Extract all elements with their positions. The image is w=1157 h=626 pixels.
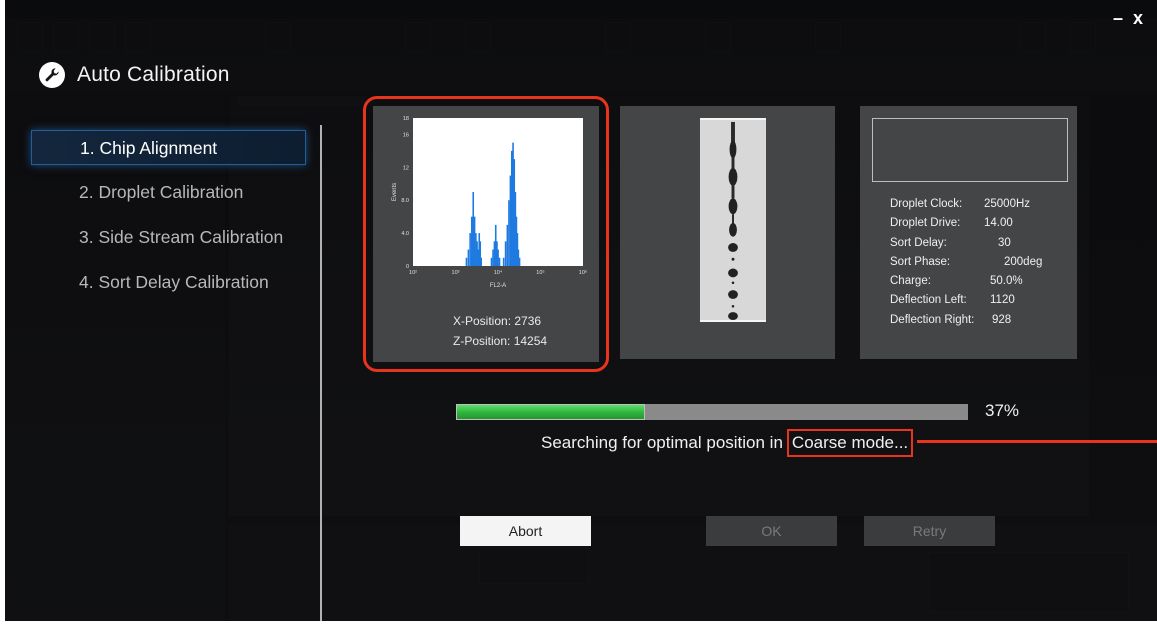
param-label: Deflection Right: bbox=[890, 313, 975, 326]
param-label: Sort Delay: bbox=[890, 236, 947, 249]
histogram-bar bbox=[492, 249, 494, 266]
chip-alignment-panel: 10² 10³ 10⁴ 10⁵ 10⁶ 0 4.0 8.0 12 16 18 FL2-A Event… bbox=[373, 106, 599, 362]
callout-line bbox=[917, 440, 1157, 443]
z-position-label: Z-Position: bbox=[453, 334, 511, 348]
calibration-progress-bar bbox=[456, 404, 968, 420]
param-value: 200deg bbox=[1004, 255, 1043, 268]
parameters-list: Droplet Clock: 25000Hz Droplet Drive: 14.0… bbox=[890, 198, 1044, 333]
progress-fill bbox=[456, 404, 646, 420]
histogram-x-axis-label: FL2-A bbox=[490, 283, 506, 289]
histogram-x-tick-label: 10² bbox=[409, 270, 417, 276]
histogram-bar bbox=[470, 216, 473, 266]
param-row-deflection-right: Deflection Right: 928 bbox=[890, 314, 1044, 333]
param-value: 14.00 bbox=[984, 217, 1013, 230]
retry-button[interactable]: Retry bbox=[864, 516, 995, 546]
histogram-bar bbox=[509, 175, 512, 266]
histogram-bar bbox=[502, 257, 505, 266]
minimize-button[interactable]: – bbox=[1113, 8, 1123, 29]
histogram-bar bbox=[504, 241, 507, 266]
step-item-side-stream-calibration[interactable]: 3. Side Stream Calibration bbox=[31, 220, 306, 255]
histogram-bar bbox=[506, 224, 509, 266]
histogram-y-tick-label: 16 bbox=[403, 132, 409, 138]
param-row-sort-phase: Sort Phase: 200deg bbox=[890, 256, 1044, 275]
param-value: 50.0% bbox=[990, 275, 1023, 288]
wrench-icon bbox=[39, 62, 65, 88]
z-position-value: 14254 bbox=[513, 334, 548, 348]
param-label: Droplet Clock: bbox=[890, 198, 963, 210]
x-position-label: X-Position: bbox=[453, 314, 512, 328]
abort-button[interactable]: Abort bbox=[460, 516, 591, 546]
x-position-value: 2736 bbox=[514, 314, 542, 328]
vertical-divider bbox=[320, 125, 322, 621]
histogram-y-tick-label: 0 bbox=[406, 264, 409, 270]
param-label: Charge: bbox=[890, 275, 931, 288]
step-list: 1. Chip Alignment 2. Droplet Calibration… bbox=[31, 130, 306, 310]
step-item-sort-delay-calibration[interactable]: 4. Sort Delay Calibration bbox=[31, 265, 306, 300]
droplet-image-panel bbox=[620, 106, 835, 359]
param-label: Sort Phase: bbox=[890, 255, 951, 268]
param-row-charge: Charge: 50.0% bbox=[890, 275, 1044, 294]
histogram-y-tick-label: 4.0 bbox=[401, 231, 409, 237]
param-label: Deflection Left: bbox=[890, 294, 967, 307]
param-label: Droplet Drive: bbox=[890, 217, 961, 230]
histogram-plot-area bbox=[413, 118, 583, 266]
param-row-sort-delay: Sort Delay: 30 bbox=[890, 237, 1044, 256]
param-row-deflection-left: Deflection Left: 1120 bbox=[890, 294, 1044, 313]
histogram-x-tick-label: 10⁶ bbox=[579, 269, 587, 276]
histogram-bar bbox=[498, 257, 501, 266]
histogram-bar bbox=[467, 249, 470, 266]
param-value: 1120 bbox=[990, 294, 1015, 307]
dialog-header: Auto Calibration bbox=[39, 62, 230, 88]
histogram-bar bbox=[469, 233, 471, 266]
histogram-bar bbox=[497, 249, 499, 266]
param-row-droplet-clock: Droplet Clock: 25000Hz bbox=[890, 198, 1044, 217]
ok-button[interactable]: OK bbox=[706, 516, 837, 546]
histogram-y-tick-label: 18 bbox=[403, 116, 409, 122]
progress-percentage: 37% bbox=[985, 401, 1020, 420]
window-controls: – x bbox=[1113, 8, 1143, 29]
histogram-bar bbox=[472, 192, 475, 266]
param-value: 25000Hz bbox=[984, 198, 1031, 210]
histogram-bar bbox=[480, 257, 482, 266]
histogram-bar bbox=[490, 257, 493, 266]
status-message: Searching for optimal position in Coarse… bbox=[541, 426, 914, 460]
param-value: 928 bbox=[992, 313, 1012, 326]
step-item-chip-alignment[interactable]: 1. Chip Alignment bbox=[31, 130, 306, 165]
dialog-title: Auto Calibration bbox=[77, 63, 230, 86]
histogram-x-tick-label: 10⁴ bbox=[494, 269, 503, 276]
param-row-droplet-drive: Droplet Drive: 14.00 bbox=[890, 217, 1044, 236]
calibration-overlay: – x Auto Calibration 1. Chip Alignment 2… bbox=[5, 0, 1157, 621]
histogram-bar bbox=[518, 257, 521, 266]
step-item-droplet-calibration[interactable]: 2. Droplet Calibration bbox=[31, 175, 306, 210]
calibration-parameters-panel: Droplet Clock: 25000Hz Droplet Drive: 14.0… bbox=[860, 106, 1077, 359]
histogram-y-tick-label: 8.0 bbox=[401, 198, 409, 204]
droplet-stream-image bbox=[700, 118, 766, 322]
close-button[interactable]: x bbox=[1133, 8, 1143, 29]
histogram-y-axis-label: Events bbox=[392, 183, 398, 201]
param-value: 30 bbox=[998, 236, 1011, 249]
histogram-x-tick-label: 10⁵ bbox=[536, 269, 544, 276]
auto-calibration-screen: – x Auto Calibration 1. Chip Alignment 2… bbox=[5, 0, 1157, 621]
status-mode-highlight: Coarse mode... bbox=[786, 429, 914, 457]
parameters-preview-box bbox=[872, 118, 1068, 182]
fl2a-histogram: 10² 10³ 10⁴ 10⁵ 10⁶ 0 4.0 8.0 12 16 18 FL2-A Event… bbox=[392, 116, 587, 289]
histogram-y-tick-label: 12 bbox=[403, 165, 409, 171]
histogram-bar bbox=[508, 200, 510, 266]
histogram-x-tick-label: 10³ bbox=[452, 270, 460, 276]
status-text: Searching for optimal position in bbox=[541, 433, 783, 452]
histogram-bar bbox=[465, 257, 468, 266]
